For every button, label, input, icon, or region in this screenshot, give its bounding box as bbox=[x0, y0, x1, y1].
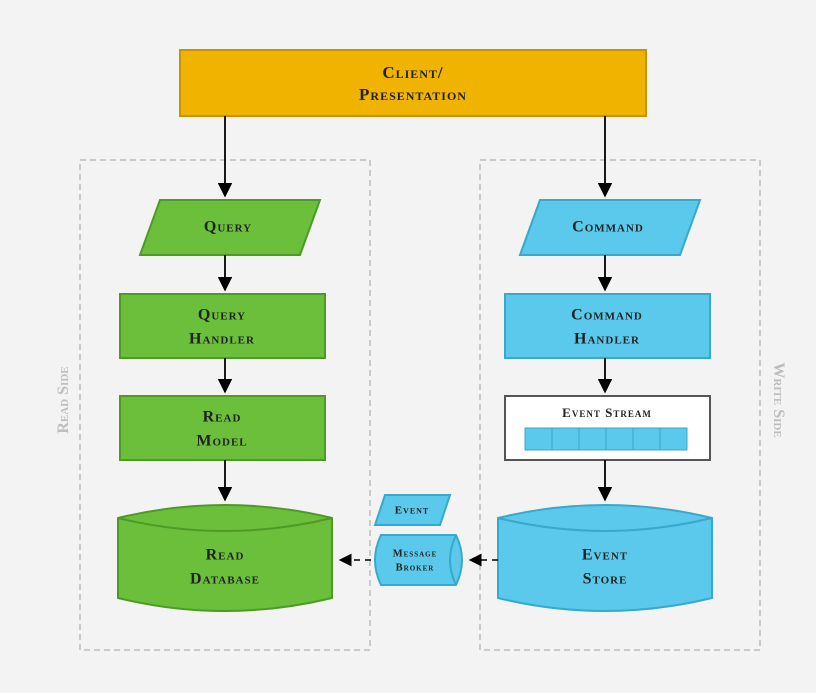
svg-text:Client/: Client/ bbox=[382, 63, 443, 82]
svg-text:Model: Model bbox=[196, 433, 247, 450]
query-node: Query bbox=[140, 200, 320, 255]
svg-text:Read: Read bbox=[206, 547, 245, 564]
client-node: Client/ Presentation bbox=[180, 50, 646, 116]
message-broker-node: Message Broker bbox=[375, 535, 462, 585]
command-node: Command bbox=[520, 200, 700, 255]
event-stream-cells-icon bbox=[525, 428, 687, 450]
read-database-node: Read Database bbox=[118, 505, 332, 611]
svg-text:Broker: Broker bbox=[396, 562, 435, 573]
svg-text:Handler: Handler bbox=[189, 331, 255, 348]
svg-text:Command: Command bbox=[572, 219, 644, 236]
svg-text:Database: Database bbox=[190, 571, 260, 588]
command-handler-node: Command Handler bbox=[505, 294, 710, 358]
event-stream-node: Event Stream bbox=[505, 396, 710, 460]
svg-text:Query: Query bbox=[198, 307, 246, 324]
read-model-node: Read Model bbox=[120, 396, 325, 460]
svg-text:Message: Message bbox=[393, 548, 438, 559]
svg-text:Command: Command bbox=[571, 307, 643, 324]
svg-text:Event: Event bbox=[582, 547, 628, 564]
svg-text:Query: Query bbox=[204, 219, 252, 236]
read-side-label: Read Side bbox=[55, 366, 72, 433]
event-node: Event bbox=[375, 495, 450, 525]
event-store-node: Event Store bbox=[498, 505, 712, 611]
svg-text:Event: Event bbox=[395, 505, 430, 517]
svg-text:Handler: Handler bbox=[574, 331, 640, 348]
svg-text:Read: Read bbox=[203, 409, 242, 426]
svg-text:Presentation: Presentation bbox=[359, 85, 467, 104]
query-handler-node: Query Handler bbox=[120, 294, 325, 358]
svg-text:Event Stream: Event Stream bbox=[562, 405, 652, 420]
write-side-label: Write Side bbox=[770, 362, 787, 437]
svg-text:Store: Store bbox=[583, 571, 628, 588]
